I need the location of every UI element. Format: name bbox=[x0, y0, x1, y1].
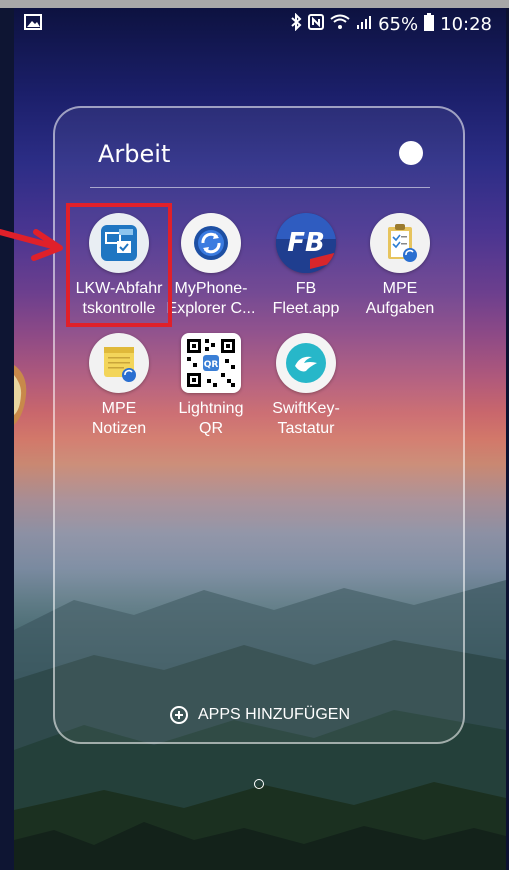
app-label-line2: Aufgaben bbox=[365, 300, 435, 317]
myphone-explorer-icon bbox=[181, 213, 241, 273]
folder-title[interactable]: Arbeit bbox=[98, 140, 170, 168]
app-label-line1: MyPhone- bbox=[174, 280, 248, 297]
app-label-line2: Fleet.app bbox=[272, 300, 340, 317]
app-swiftkey[interactable]: SwiftKey- Tastatur bbox=[258, 333, 354, 439]
app-lightning-qr[interactable]: QR Lightning QR bbox=[163, 333, 259, 439]
bluetooth-icon bbox=[290, 12, 302, 36]
clock: 10:28 bbox=[440, 14, 492, 35]
wifi-icon bbox=[330, 14, 350, 35]
signal-icon bbox=[356, 14, 372, 35]
app-label-line1: MPE bbox=[101, 400, 137, 417]
app-fb-fleet[interactable]: FB FB Fleet.app bbox=[258, 213, 354, 319]
battery-icon bbox=[424, 13, 435, 36]
plus-circle-icon bbox=[170, 706, 188, 724]
folder-divider bbox=[90, 187, 430, 188]
gallery-icon bbox=[24, 14, 42, 35]
svg-text:QR: QR bbox=[204, 360, 219, 370]
svg-text:FB: FB bbox=[287, 228, 325, 258]
add-apps-label: APPS HINZUFÜGEN bbox=[198, 706, 351, 723]
app-label-line2: QR bbox=[199, 420, 223, 437]
arrow-right-icon bbox=[0, 229, 63, 261]
app-myphone-explorer[interactable]: MyPhone- Explorer C... bbox=[163, 213, 259, 319]
folder-color-dot[interactable] bbox=[399, 141, 423, 165]
app-label-line1: Lightning bbox=[178, 400, 244, 417]
mpe-tasks-icon bbox=[370, 213, 430, 273]
add-apps-button[interactable]: APPS HINZUFÜGEN bbox=[170, 706, 350, 724]
status-bar: 65% 10:28 bbox=[14, 8, 506, 40]
app-mpe-aufgaben[interactable]: MPE Aufgaben bbox=[352, 213, 448, 319]
battery-percent: 65% bbox=[378, 14, 419, 35]
home-screen: 65% 10:28 Arbeit LKW-Abfahr tskontrolle bbox=[0, 0, 509, 870]
highlight-box bbox=[66, 203, 172, 327]
swiftkey-icon bbox=[276, 333, 336, 393]
app-mpe-notizen[interactable]: MPE Notizen bbox=[71, 333, 167, 439]
balloon-decoration bbox=[14, 365, 27, 425]
app-label-line1: FB bbox=[295, 280, 317, 297]
qr-code-icon: QR bbox=[181, 333, 241, 393]
nfc-icon bbox=[308, 14, 325, 35]
app-label-line1: MPE bbox=[382, 280, 418, 297]
fb-fleet-icon: FB bbox=[276, 213, 336, 273]
app-label-line2: Notizen bbox=[91, 420, 147, 437]
mpe-notes-icon bbox=[89, 333, 149, 393]
page-indicator bbox=[254, 779, 264, 789]
app-label-line2: Tastatur bbox=[277, 420, 335, 437]
app-label-line1: SwiftKey- bbox=[272, 400, 340, 417]
top-edge bbox=[0, 0, 509, 8]
left-edge bbox=[0, 8, 14, 870]
app-label-line2: Explorer C... bbox=[166, 300, 256, 317]
